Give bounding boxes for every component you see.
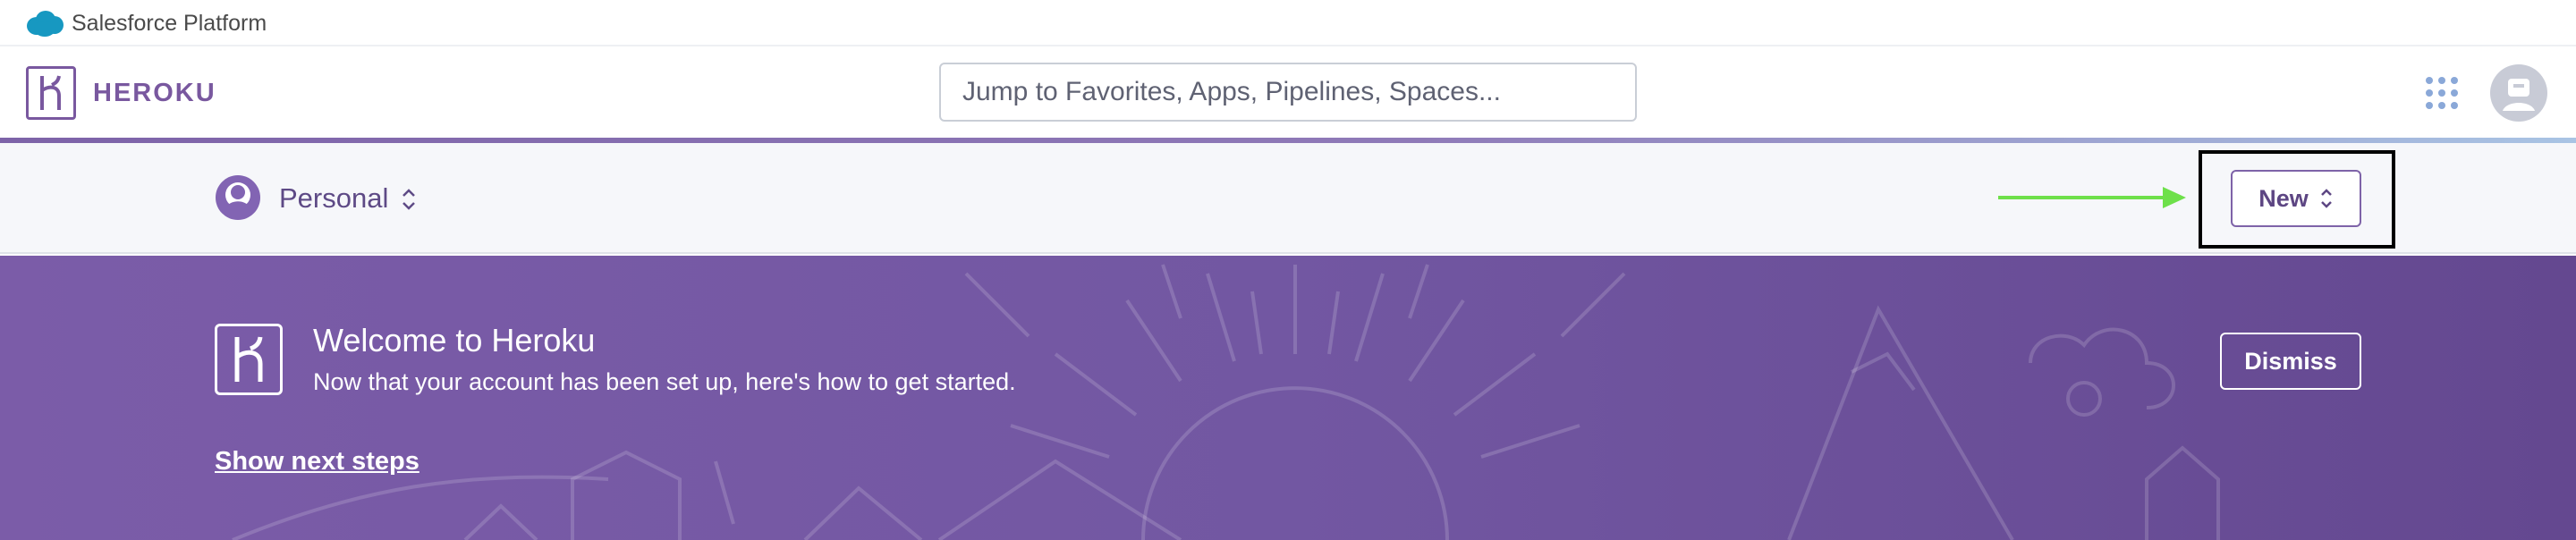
welcome-title: Welcome to Heroku: [313, 322, 596, 359]
salesforce-platform-bar: Salesforce Platform: [0, 0, 2576, 46]
person-icon[interactable]: [216, 175, 260, 220]
heroku-wordmark[interactable]: HEROKU: [93, 79, 216, 108]
chevron-updown-icon[interactable]: [401, 188, 417, 211]
welcome-banner: Welcome to Heroku Now that your account …: [0, 256, 2576, 540]
avatar-glyph-icon: [2503, 79, 2535, 111]
salesforce-cloud-icon: [27, 11, 64, 37]
annotation-arrow: [1998, 187, 2186, 208]
salesforce-platform-label: Salesforce Platform: [72, 11, 267, 36]
show-next-steps-link[interactable]: Show next steps: [215, 447, 419, 477]
heroku-logo-icon[interactable]: [26, 66, 76, 120]
heroku-logo-icon: [215, 324, 283, 395]
search-input[interactable]: [939, 63, 1637, 122]
heroku-header: HEROKU: [0, 48, 2576, 138]
person-glyph-icon: [225, 182, 250, 207]
context-bar: Personal: [0, 143, 2576, 254]
account-switcher-label[interactable]: Personal: [279, 182, 388, 215]
welcome-subtitle: Now that your account has been set up, h…: [313, 368, 1016, 395]
new-button[interactable]: New: [2231, 170, 2361, 227]
banner-illustration: [232, 264, 2220, 540]
new-button-label: New: [2258, 184, 2309, 212]
user-avatar-icon[interactable]: [2490, 64, 2547, 122]
heroku-h-glyph-icon: [234, 336, 263, 382]
dismiss-button[interactable]: Dismiss: [2220, 333, 2361, 390]
chevron-updown-icon: [2320, 189, 2332, 208]
heroku-h-glyph-icon: [40, 75, 61, 110]
apps-grid-icon[interactable]: [2424, 75, 2460, 111]
